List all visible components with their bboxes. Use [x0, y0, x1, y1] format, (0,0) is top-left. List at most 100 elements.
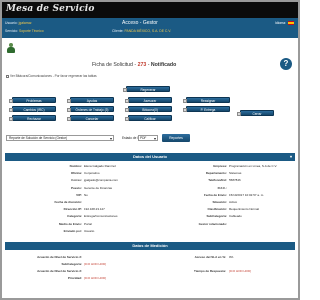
cerrar-button[interactable]: Cerrar [237, 110, 274, 116]
med-right-label: Acceso del SLA en %: [194, 255, 226, 259]
user-right-label: Gestor relacionado: [198, 221, 227, 226]
asesorar-label: Asesorar [143, 99, 157, 103]
user-icon [6, 43, 16, 54]
bitacora-label: Bitácora(0) [142, 108, 158, 112]
user-left-label: Dirección IP: [63, 207, 82, 212]
user-right-value: 5587846 [229, 178, 241, 183]
user-bar: Usuario: jgalarraz Servicio: Soporte Téc… [2, 18, 298, 38]
service-info: Servicio: Soporte Técnico [5, 29, 44, 33]
spain-flag-icon[interactable] [288, 21, 294, 25]
asesorar-button[interactable]: Asesorar [125, 97, 172, 103]
company-value: PANDA MÉXICO, S.A. DE C.V. [124, 29, 172, 33]
doc-icon [125, 98, 129, 103]
doc-icon [9, 116, 13, 121]
ayudas-button[interactable]: Ayudas [67, 97, 114, 103]
app-logo: Mesa de Servicio [6, 4, 95, 14]
reasignar-label: Reasignar [200, 99, 216, 103]
rechazar-button[interactable]: Rechazar [9, 115, 56, 121]
help-icon[interactable]: ? [280, 58, 292, 70]
collapse-icon[interactable]: ▾ [290, 153, 292, 161]
med-left-label: Acuerdo de Nivel de Servicio 2: [37, 255, 82, 259]
rechazar-label: Rechazar [27, 117, 41, 121]
user-right-value: Activo [229, 200, 238, 204]
med-left-value: [ICO HOD HOD] [84, 276, 107, 280]
user-left-label: Medio de Envío: [58, 221, 82, 226]
problemas-button[interactable]: Problemas [9, 97, 56, 103]
med-left-label: Acuerdo de Nivel de Servicio 2: [37, 269, 82, 273]
user-right-value: Programación en Línea, S.A de C.V. [229, 164, 278, 168]
cerrar-label: Cerrar [252, 112, 262, 116]
user-right-value: Cableado [229, 214, 242, 219]
report-select[interactable]: Reporte de Solución de Servicio (Gestor) [6, 135, 114, 141]
datos-usuario-header[interactable]: Datos del Usuario ▾ [5, 153, 295, 161]
user-info: Usuario: jgalarraz [5, 21, 32, 25]
p-entrega-label: P. Entrega [200, 108, 216, 112]
regenerar-label: Regenerar [140, 88, 156, 92]
ayudas-label: Ayudas [86, 99, 98, 103]
user-left-label: Puesto: [70, 185, 82, 190]
datos-medicion-header[interactable]: Datos de Medición [5, 242, 295, 250]
calificar-label: Calificar [144, 117, 156, 121]
cambios-label: Cambios (IRC) [23, 108, 45, 112]
doc-icon [67, 98, 71, 103]
calificar-button[interactable]: Calificar [125, 115, 172, 121]
reportes-button[interactable]: Reportes [162, 134, 190, 142]
user-left-label: VIP: [76, 192, 82, 197]
top-bar: Mesa de Servicio [2, 2, 298, 18]
cambios-button[interactable]: Cambios (IRC) [9, 106, 56, 112]
company-info: Cliente: PANDA MÉXICO, S.A. DE C.V. [112, 29, 171, 33]
reasignar-button[interactable]: Reasignar [183, 97, 230, 103]
ficha-number: 273 [137, 62, 147, 68]
doc-icon [9, 107, 13, 112]
med-right-label: Tiempo de Respuesta: [194, 269, 226, 273]
user-right-label: R.F.C.: [217, 185, 227, 190]
doc-icon [183, 98, 187, 103]
company-label: Cliente: [112, 29, 124, 33]
problemas-label: Problemas [26, 99, 42, 103]
access-title: Acceso - Gestor [122, 20, 158, 26]
ordenes-button[interactable]: Órdenes de Trabajo (3) [67, 106, 114, 112]
ordenes-label: Órdenes de Trabajo (3) [75, 108, 109, 112]
doc-icon [183, 107, 187, 112]
user-right-value: Sistemas [229, 171, 242, 176]
datos-usuario-title: Datos del Usuario [132, 154, 167, 159]
doc-icon [67, 116, 71, 121]
bitacora-link[interactable]: Ver Bitácora/Comunicaciones - Por favor … [6, 74, 97, 78]
doc-icon [237, 111, 241, 116]
med-left-value: [ICO HOD HOD] [84, 262, 107, 266]
user-value: jgalarraz [18, 21, 32, 25]
user-right-value: 15/10/2017 10:02:57 a. m. [229, 192, 265, 197]
ficha-status: Notificado [150, 62, 177, 68]
user-left-value: Corporativo [84, 171, 100, 176]
app-window: Mesa de Servicio Usuario: jgalarraz Serv… [0, 0, 300, 300]
regenerar-button[interactable]: Regenerar [123, 86, 170, 92]
format-select[interactable]: PDF [138, 135, 158, 141]
doc-icon [125, 116, 129, 121]
service-label: Servicio: [5, 29, 19, 33]
service-value: Soporte Técnico [18, 29, 44, 33]
p-entrega-button[interactable]: P. Entrega [183, 106, 230, 112]
user-right-label: Fecha de Envío: [203, 192, 227, 197]
user-right-label: Clasificación: [207, 207, 227, 212]
doc-icon [67, 107, 71, 112]
cancelar-label: Cancelar [85, 117, 99, 121]
user-left-value: Usuario [84, 228, 95, 233]
med-right-value: 0% [229, 255, 234, 259]
med-left-label: SubCategoría: [61, 262, 82, 266]
user-left-label: Enviado por: [63, 228, 82, 233]
user-right-label: Departamento: [205, 171, 227, 176]
user-right-label: Teléfono/Ext: [208, 178, 227, 183]
user-left-value: Portal [84, 221, 92, 226]
bitacora-button[interactable]: Bitácora(0) [125, 106, 172, 112]
user-left-value: jgalgado@compania.com [84, 178, 118, 183]
user-left-label: Nombre: [69, 164, 82, 168]
cancelar-button[interactable]: Cancelar [67, 115, 114, 121]
user-label: Usuario: [5, 21, 18, 25]
user-right-label: SubCategoría: [206, 214, 227, 219]
datos-medicion-title: Datos de Medición [132, 243, 168, 248]
user-left-value: Entrega/Comunicaciones [84, 214, 118, 219]
user-left-label: Oficina: [70, 171, 82, 176]
user-left-value: 192.168.23.127 [84, 207, 105, 212]
med-right-value: [ICO HOD HOD] [229, 269, 252, 273]
checkbox-icon[interactable] [6, 74, 9, 78]
